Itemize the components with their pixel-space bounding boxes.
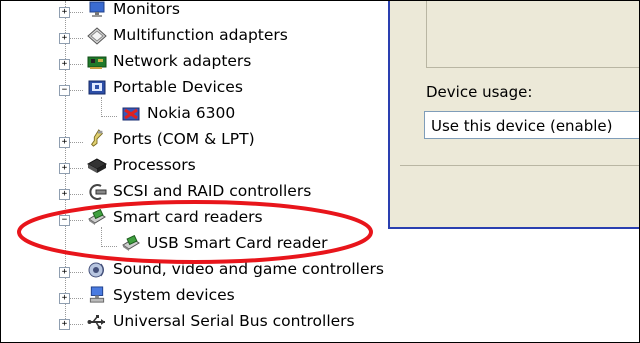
tree-item-nokia-6300[interactable]: Nokia 6300 [1, 103, 401, 129]
device-tree: + Monitors + Multifunction adapters + Ne… [1, 0, 639, 342]
tree-item-label: Network adapters [113, 52, 252, 70]
processor-icon [87, 158, 107, 173]
network-card-icon [87, 56, 107, 69]
device-manager-view: Device usage: Use this device (enable) +… [0, 0, 640, 343]
tree-item-label: Portable Devices [113, 78, 243, 96]
tree-item-processors[interactable]: + Processors [1, 155, 401, 181]
tree-item-label: Ports (COM & LPT) [113, 130, 255, 148]
tree-item-network-adapters[interactable]: + Network adapters [1, 51, 401, 77]
portable-device-icon [88, 80, 106, 95]
tree-item-label: System devices [113, 286, 235, 304]
expand-icon[interactable]: + [59, 59, 70, 70]
multifunction-icon [87, 27, 107, 45]
tree-item-monitors[interactable]: + Monitors [1, 0, 401, 25]
tree-item-label: Multifunction adapters [113, 26, 288, 44]
tree-item-label: Processors [113, 156, 196, 174]
expand-icon[interactable]: + [59, 33, 70, 44]
collapse-icon[interactable]: − [59, 85, 70, 96]
tree-item-label: Nokia 6300 [147, 104, 236, 122]
system-icon [89, 286, 105, 303]
expand-icon[interactable]: + [59, 267, 70, 278]
tree-item-system-devices[interactable]: + System devices [1, 285, 401, 311]
highlight-ellipse [17, 200, 373, 264]
usb-icon [87, 315, 105, 330]
tree-connector [101, 116, 117, 117]
monitor-icon [89, 1, 105, 17]
tree-item-label: Monitors [113, 0, 180, 18]
port-icon [91, 129, 104, 147]
tree-item-multifunction-adapters[interactable]: + Multifunction adapters [1, 25, 401, 51]
expand-icon[interactable]: + [59, 319, 70, 330]
expand-icon[interactable]: + [59, 163, 70, 174]
expand-icon[interactable]: + [59, 7, 70, 18]
tree-item-label: Universal Serial Bus controllers [113, 312, 355, 330]
phone-icon [122, 107, 140, 121]
tree-item-ports[interactable]: + Ports (COM & LPT) [1, 129, 401, 155]
tree-item-portable-devices[interactable]: − Portable Devices [1, 77, 401, 103]
expand-icon[interactable]: + [59, 293, 70, 304]
tree-item-usb-controllers[interactable]: + Universal Serial Bus controllers [1, 311, 401, 337]
expand-icon[interactable]: + [59, 137, 70, 148]
